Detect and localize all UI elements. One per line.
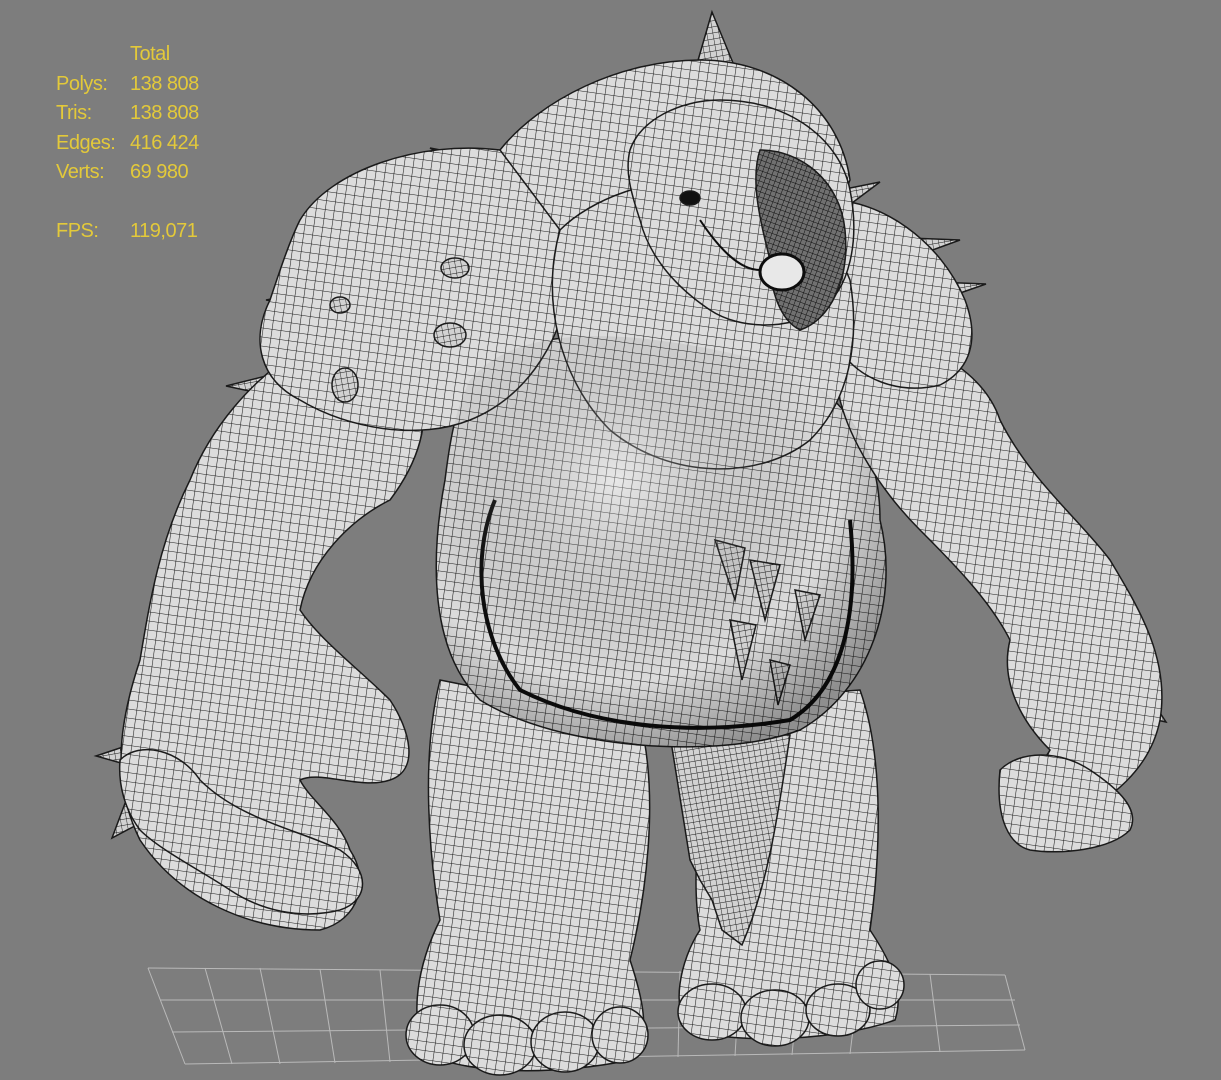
polys-value: 138 808 xyxy=(130,72,199,95)
stats-tris-row: Tris: 138 808 xyxy=(56,99,199,129)
polygon-counter-overlay: Total Polys: 138 808 Tris: 138 808 Edges… xyxy=(56,40,199,247)
fps-value: 119,071 xyxy=(130,220,198,242)
stats-verts-row: Verts: 69 980 xyxy=(56,158,199,188)
eye xyxy=(679,190,701,206)
stats-edges-row: Edges: 416 424 xyxy=(56,129,199,159)
tris-value: 138 808 xyxy=(130,102,199,124)
fps-label: FPS: xyxy=(56,220,99,242)
verts-label: Verts: xyxy=(56,161,105,183)
3d-viewport[interactable]: Total Polys: 138 808 Tris: 138 808 Edges… xyxy=(0,0,1221,1080)
stats-polys-row: Polys: 138 808 xyxy=(56,70,199,100)
polys-label: Polys: xyxy=(56,72,108,95)
edges-value: 416 424 xyxy=(130,131,199,154)
stats-header-row: Total xyxy=(56,40,199,70)
tris-label: Tris: xyxy=(56,102,92,124)
mouth xyxy=(758,252,806,292)
edges-label: Edges: xyxy=(56,131,116,154)
verts-value: 69 980 xyxy=(130,161,189,183)
stats-spacer xyxy=(56,188,199,218)
troll-mesh xyxy=(93,9,1168,1076)
stats-fps-row: FPS: 119,071 xyxy=(56,217,199,247)
stats-header: Total xyxy=(130,43,170,65)
